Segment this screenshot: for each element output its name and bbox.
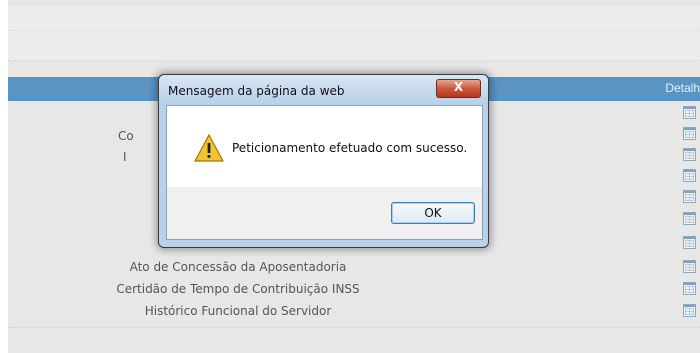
dialog-body: Peticionamento efetuado com sucesso. [166, 105, 483, 189]
bottom-divider [8, 327, 700, 328]
partially-hidden-label: I [123, 150, 127, 164]
dialog-message: Peticionamento efetuado com sucesso. [232, 141, 468, 155]
row-label: Certidão de Tempo de Contribuição INSS [116, 282, 360, 296]
alert-dialog: Mensagem da página da web X Peticionamen… [158, 74, 489, 248]
warning-icon [194, 134, 224, 162]
details-icon[interactable] [683, 148, 696, 161]
table-row: Ato de Concessão da Aposentadoria [8, 257, 700, 279]
table-row: Histórico Funcional do Servidor [8, 301, 700, 323]
details-icon[interactable] [683, 127, 696, 140]
details-icon[interactable] [683, 190, 696, 203]
table-row: Certidão de Tempo de Contribuição INSS [8, 279, 700, 301]
details-icon[interactable] [683, 304, 696, 317]
details-icon[interactable] [683, 260, 696, 273]
details-icon[interactable] [683, 106, 696, 119]
partially-hidden-label: Co [118, 129, 134, 143]
details-column-header: Detalh [665, 81, 700, 95]
row-label: Histórico Funcional do Servidor [144, 304, 332, 318]
details-icon[interactable] [683, 212, 696, 225]
dialog-footer: OK [166, 187, 483, 240]
close-button[interactable]: X [436, 79, 481, 98]
details-icon[interactable] [683, 169, 696, 182]
dialog-title: Mensagem da página da web [168, 84, 345, 98]
row-label: Ato de Concessão da Aposentadoria [129, 260, 347, 274]
close-icon: X [453, 80, 464, 94]
top-band [8, 6, 700, 61]
dialog-titlebar[interactable]: Mensagem da página da web X [159, 75, 488, 105]
details-icon[interactable] [683, 236, 696, 249]
ok-button[interactable]: OK [391, 202, 475, 224]
details-icon[interactable] [683, 282, 696, 295]
